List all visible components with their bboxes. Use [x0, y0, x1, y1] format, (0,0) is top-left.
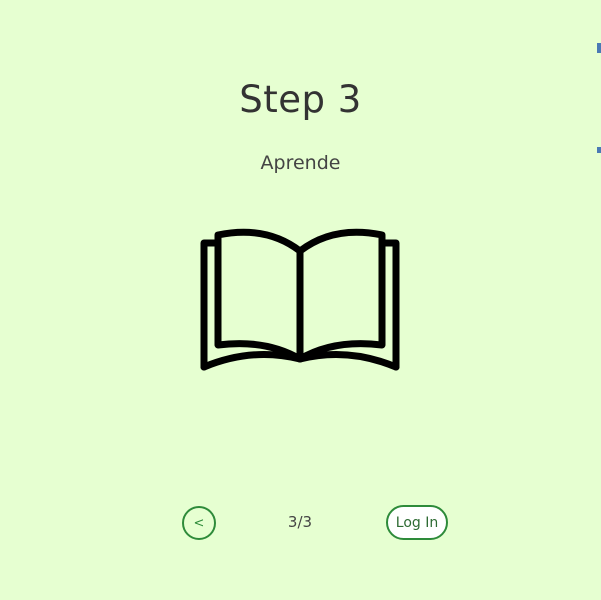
- edge-mark: [597, 147, 601, 153]
- open-book-icon: [200, 228, 400, 371]
- back-button[interactable]: <: [182, 506, 216, 540]
- step-subtitle: Aprende: [260, 152, 341, 174]
- login-button[interactable]: Log In: [386, 505, 448, 540]
- page-indicator: 3/3: [287, 513, 313, 531]
- edge-mark: [597, 43, 601, 53]
- step-navigation: < 3/3 Log In: [0, 505, 601, 541]
- step-title: Step 3: [239, 78, 362, 121]
- onboarding-screen: Step 3 Aprende < 3/3 Log In: [0, 0, 601, 600]
